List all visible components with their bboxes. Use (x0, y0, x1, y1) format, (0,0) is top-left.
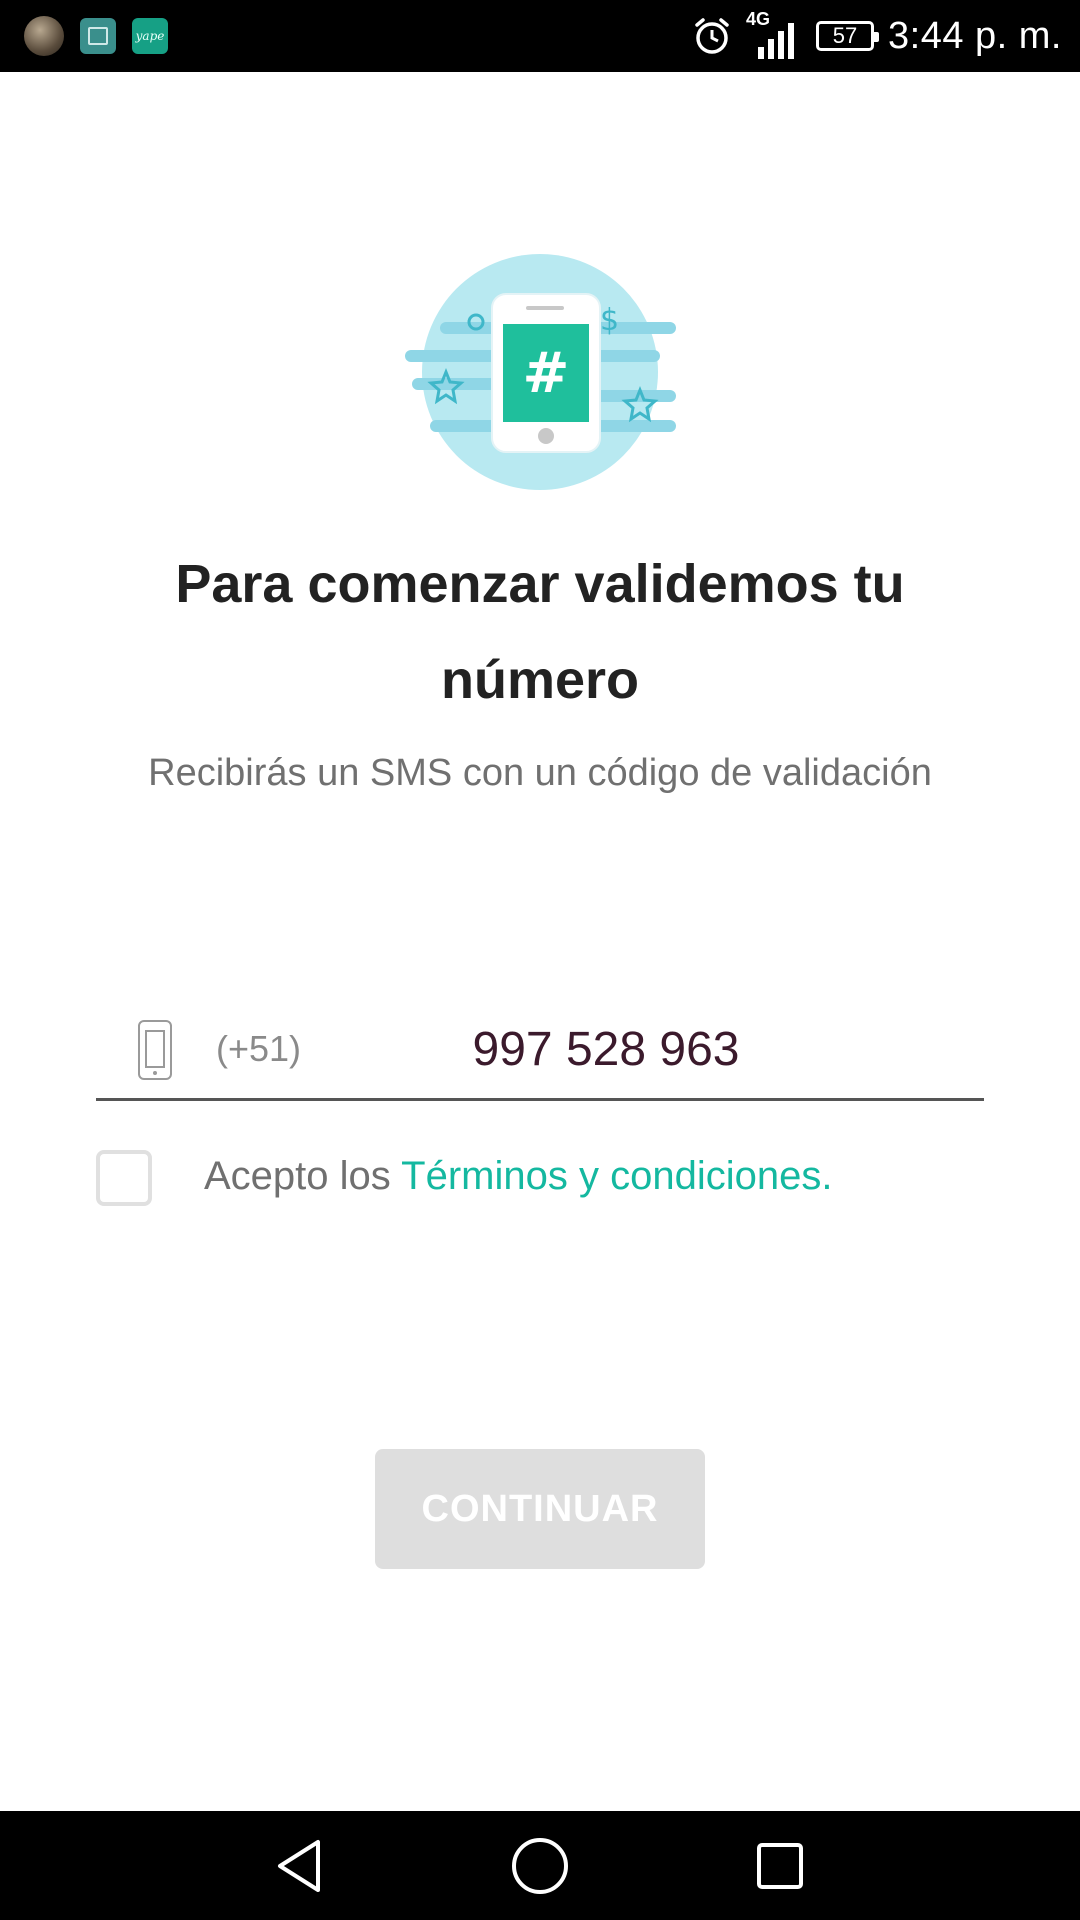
back-icon (278, 1839, 320, 1892)
home-button[interactable] (480, 1811, 600, 1920)
alarm-icon (695, 18, 729, 54)
phone-field-underline (96, 1098, 984, 1101)
yape-app-icon: yape (132, 18, 168, 54)
svg-text:$: $ (600, 303, 619, 338)
phone-hash-illustration: $ # (405, 254, 676, 490)
terms-link[interactable]: Términos y condiciones. (401, 1154, 832, 1198)
page-subtitle: Recibirás un SMS con un código de valida… (148, 752, 932, 794)
avatar-icon (24, 16, 64, 56)
svg-text:#: # (523, 341, 570, 406)
recents-button[interactable] (720, 1811, 840, 1920)
battery-icon: 57 (816, 21, 880, 51)
smartphone-icon (138, 1020, 172, 1080)
country-code-prefix: (+51) (216, 1028, 302, 1069)
phone-field[interactable]: (+51) (96, 1010, 984, 1101)
status-bar: yape 4G 57 3:44 p. m. (0, 0, 1080, 72)
terms-label: Acepto los Términos y condiciones. (204, 1154, 832, 1199)
status-left: yape (24, 16, 168, 56)
terms-prefix-text: Acepto los (204, 1154, 402, 1198)
page-title: Para comenzar validemos tu número (175, 554, 905, 710)
recents-icon (757, 1842, 803, 1889)
clock: 3:44 p. m. (888, 14, 1062, 57)
phone-number-input[interactable] (396, 1014, 816, 1084)
navigation-bar (0, 1811, 1080, 1920)
terms-checkbox[interactable] (96, 1150, 152, 1206)
gallery-icon (80, 18, 116, 54)
continue-button[interactable]: CONTINUAR (375, 1449, 705, 1569)
status-right: 4G 57 3:44 p. m. (692, 0, 1062, 72)
terms-row: Acepto los Términos y condiciones. (96, 1148, 996, 1210)
battery-level: 57 (832, 23, 858, 48)
home-icon (512, 1837, 568, 1894)
signal-icon: 4G (746, 9, 802, 61)
back-button[interactable] (240, 1811, 360, 1920)
